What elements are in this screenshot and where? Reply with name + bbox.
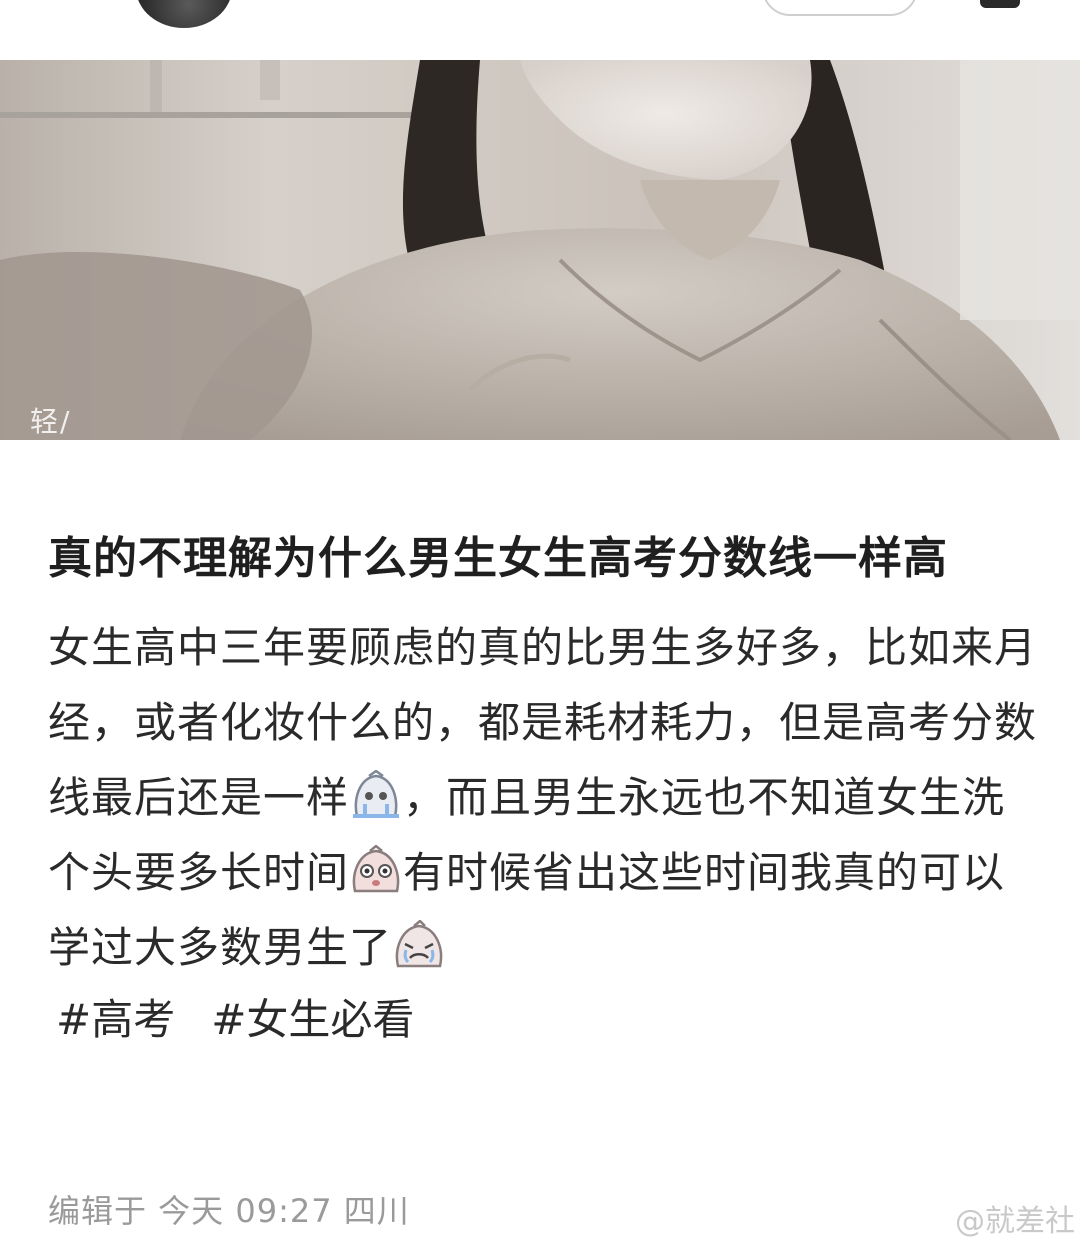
follow-button[interactable] xyxy=(762,0,918,16)
photo-corner-mark: 轻/ xyxy=(30,405,72,438)
weeping-emoji-icon xyxy=(395,920,443,968)
tag-link[interactable]: #高考 xyxy=(56,995,175,1044)
crying-emoji-icon xyxy=(353,770,400,818)
tag-link[interactable]: #女生必看 xyxy=(211,995,414,1044)
shocked-emoji-icon xyxy=(352,845,400,893)
post-tags: #高考 #女生必看 xyxy=(48,985,1038,1055)
author-avatar[interactable] xyxy=(136,0,232,28)
post-content: 真的不理解为什么男生女生高考分数线一样高 女生高中三年要顾虑的真的比男生多好多，… xyxy=(48,520,1038,1055)
photo-illustration xyxy=(0,60,1080,440)
post-header xyxy=(0,0,1080,60)
post-meta: 编辑于 今天 09:27 四川 xyxy=(48,1192,410,1230)
share-icon[interactable] xyxy=(980,0,1020,8)
post-title: 真的不理解为什么男生女生高考分数线一样高 xyxy=(48,533,948,584)
post-body: 女生高中三年要顾虑的真的比男生多好多，比如来月经，或者化妆什么的，都是耗材耗力，… xyxy=(48,610,1038,985)
watermark-text: @就差社 xyxy=(955,1204,1075,1239)
post-photo[interactable]: 轻/ xyxy=(0,60,1080,440)
